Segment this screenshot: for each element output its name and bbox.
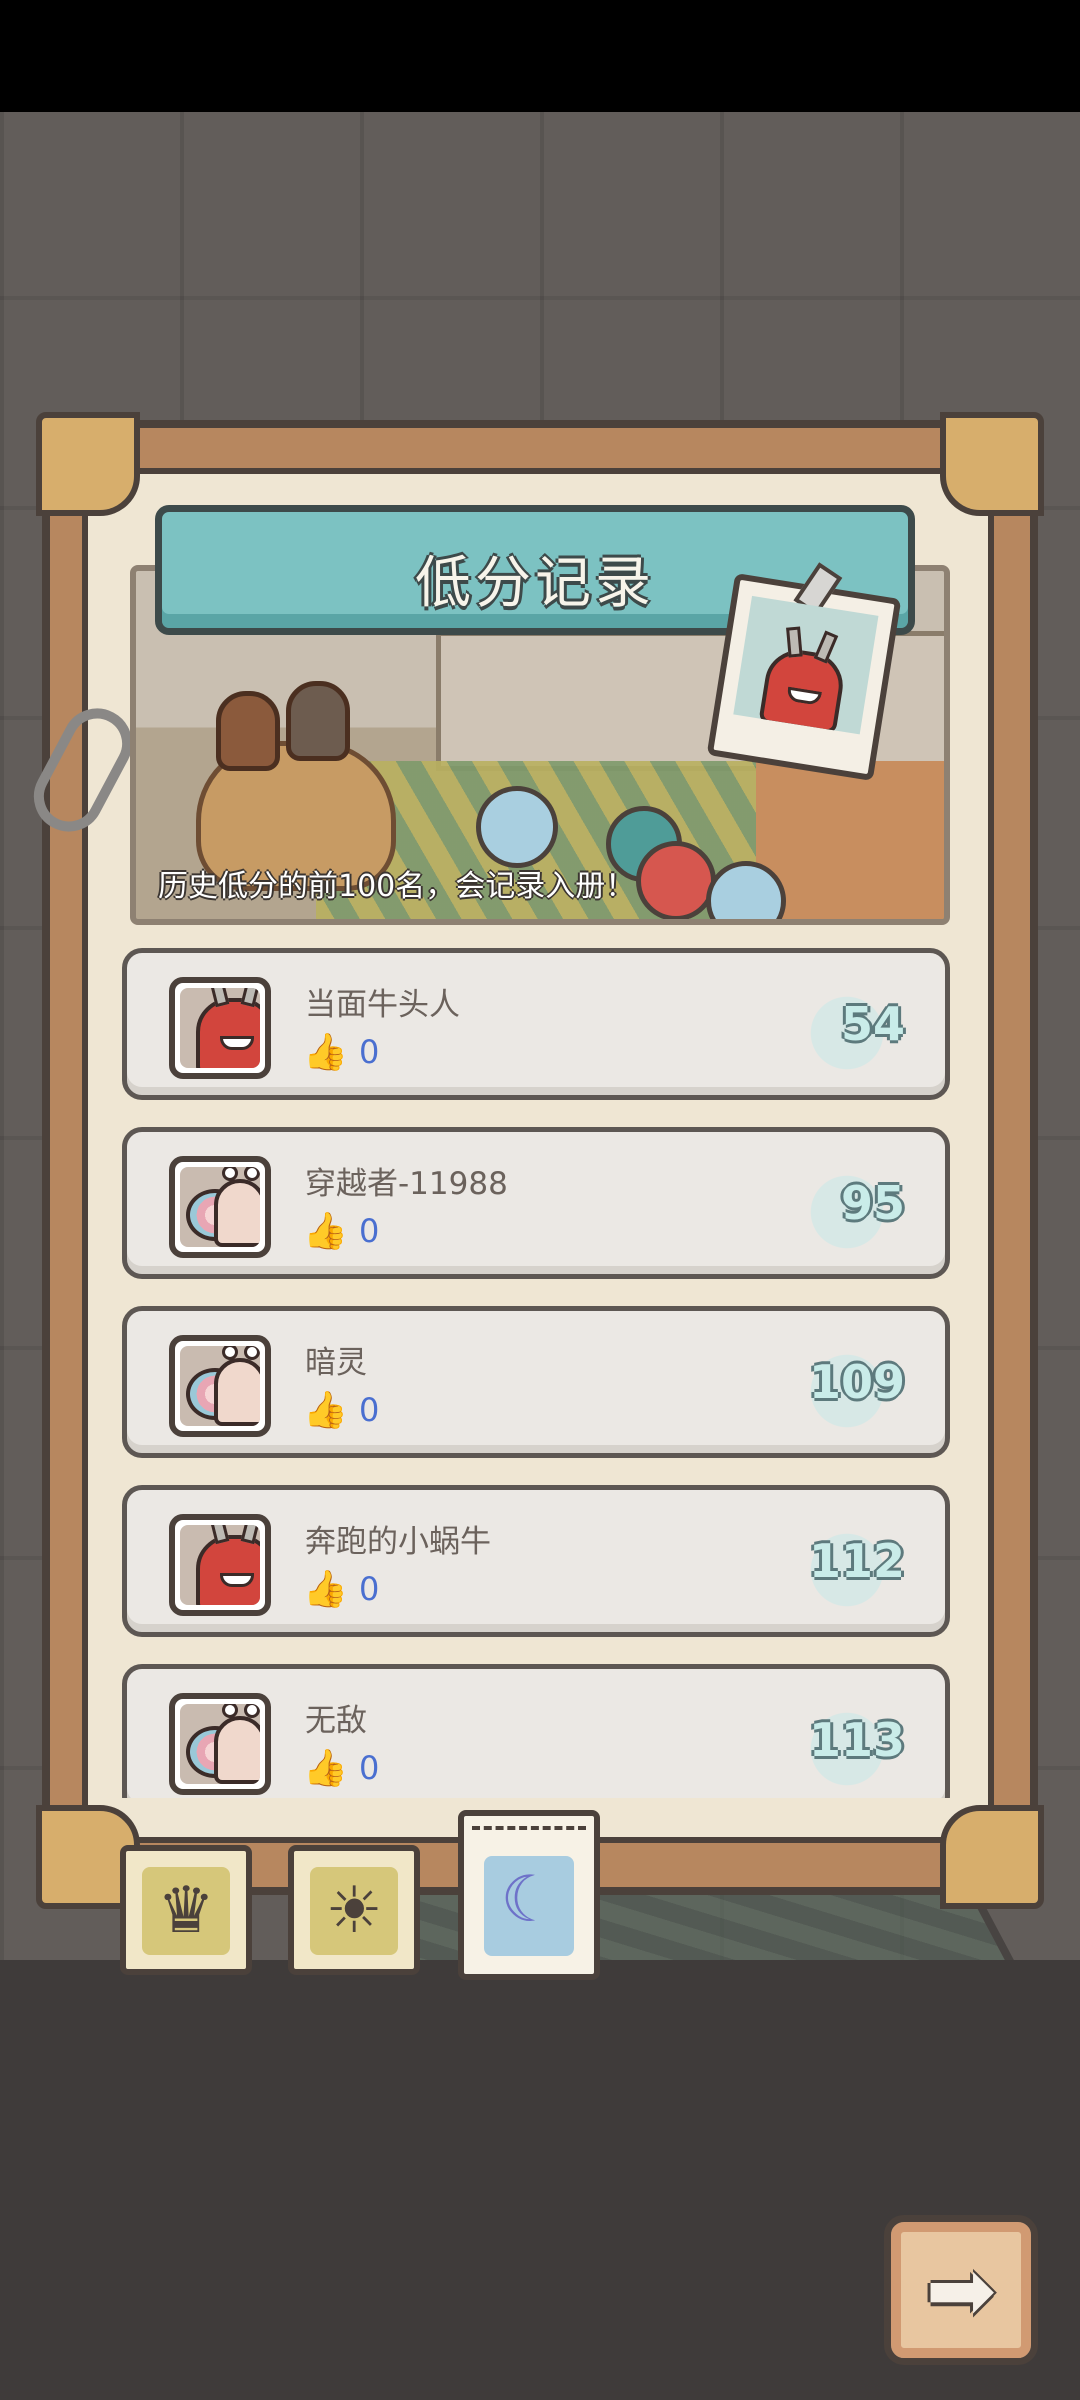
player-avatar (169, 1156, 271, 1258)
like-count: 0 (359, 1749, 380, 1787)
player-name: 当面牛头人 (305, 987, 460, 1023)
player-score: 112 (808, 1534, 905, 1588)
illustration-ball (636, 841, 716, 919)
player-score: 95 (840, 1176, 905, 1230)
player-name: 无敌 (305, 1703, 367, 1739)
player-score: 113 (808, 1713, 905, 1767)
next-button[interactable]: ➡ (884, 2215, 1038, 2365)
player-name: 暗灵 (305, 1345, 367, 1381)
corner-bracket (36, 412, 140, 516)
player-avatar (169, 1335, 271, 1437)
mascot-photo (706, 562, 902, 782)
record-list[interactable]: 当面牛头人 👍 0 54 穿越者-11988 👍 0 95 暗灵 👍 0 109 (118, 948, 954, 1798)
red-horned-monster-icon (196, 1525, 260, 1605)
record-row[interactable]: 暗灵 👍 0 109 (122, 1306, 950, 1458)
snail-icon (214, 1167, 260, 1247)
red-horned-monster-icon (196, 988, 260, 1068)
player-avatar (169, 977, 271, 1079)
snail-icon (214, 1346, 260, 1426)
moon-icon: ☾ (484, 1856, 574, 1956)
snail-icon (214, 1704, 260, 1784)
illustration-character (216, 691, 280, 771)
player-name: 奔跑的小蜗牛 (305, 1524, 491, 1560)
tab-moon[interactable]: ☾ (458, 1810, 600, 1980)
thumbs-up-icon[interactable]: 👍 (303, 1749, 348, 1789)
thumbs-up-icon[interactable]: 👍 (303, 1212, 348, 1252)
like-count: 0 (359, 1212, 380, 1250)
status-bar (0, 0, 1080, 112)
illustration-caption: 历史低分的前100名，会记录入册！ (158, 869, 636, 904)
like-count: 0 (359, 1391, 380, 1429)
thumbs-up-icon[interactable]: 👍 (303, 1570, 348, 1610)
thumbs-up-icon[interactable]: 👍 (303, 1391, 348, 1431)
record-row[interactable]: 奔跑的小蜗牛 👍 0 112 (122, 1485, 950, 1637)
thumbs-up-icon[interactable]: 👍 (303, 1033, 348, 1073)
record-row[interactable]: 无敌 👍 0 113 (122, 1664, 950, 1798)
player-score: 54 (840, 997, 905, 1051)
red-horned-monster-icon (758, 626, 848, 735)
arrow-right-icon: ➡ (925, 2241, 997, 2339)
player-score: 109 (808, 1355, 905, 1409)
like-count: 0 (359, 1570, 380, 1608)
record-row[interactable]: 穿越者-11988 👍 0 95 (122, 1127, 950, 1279)
player-avatar (169, 1693, 271, 1795)
illustration-ball (476, 786, 558, 868)
illustration-character (286, 681, 350, 761)
sun-icon: ☀ (310, 1867, 398, 1955)
player-avatar (169, 1514, 271, 1616)
red-monster-photo (733, 595, 879, 735)
tab-crown[interactable]: ♛ (120, 1845, 252, 1975)
crown-icon: ♛ (142, 1867, 230, 1955)
player-name: 穿越者-11988 (305, 1166, 508, 1202)
corner-bracket (940, 412, 1044, 516)
tab-sun[interactable]: ☀ (288, 1845, 420, 1975)
record-row[interactable]: 当面牛头人 👍 0 54 (122, 948, 950, 1100)
like-count: 0 (359, 1033, 380, 1071)
corner-bracket (940, 1805, 1044, 1909)
